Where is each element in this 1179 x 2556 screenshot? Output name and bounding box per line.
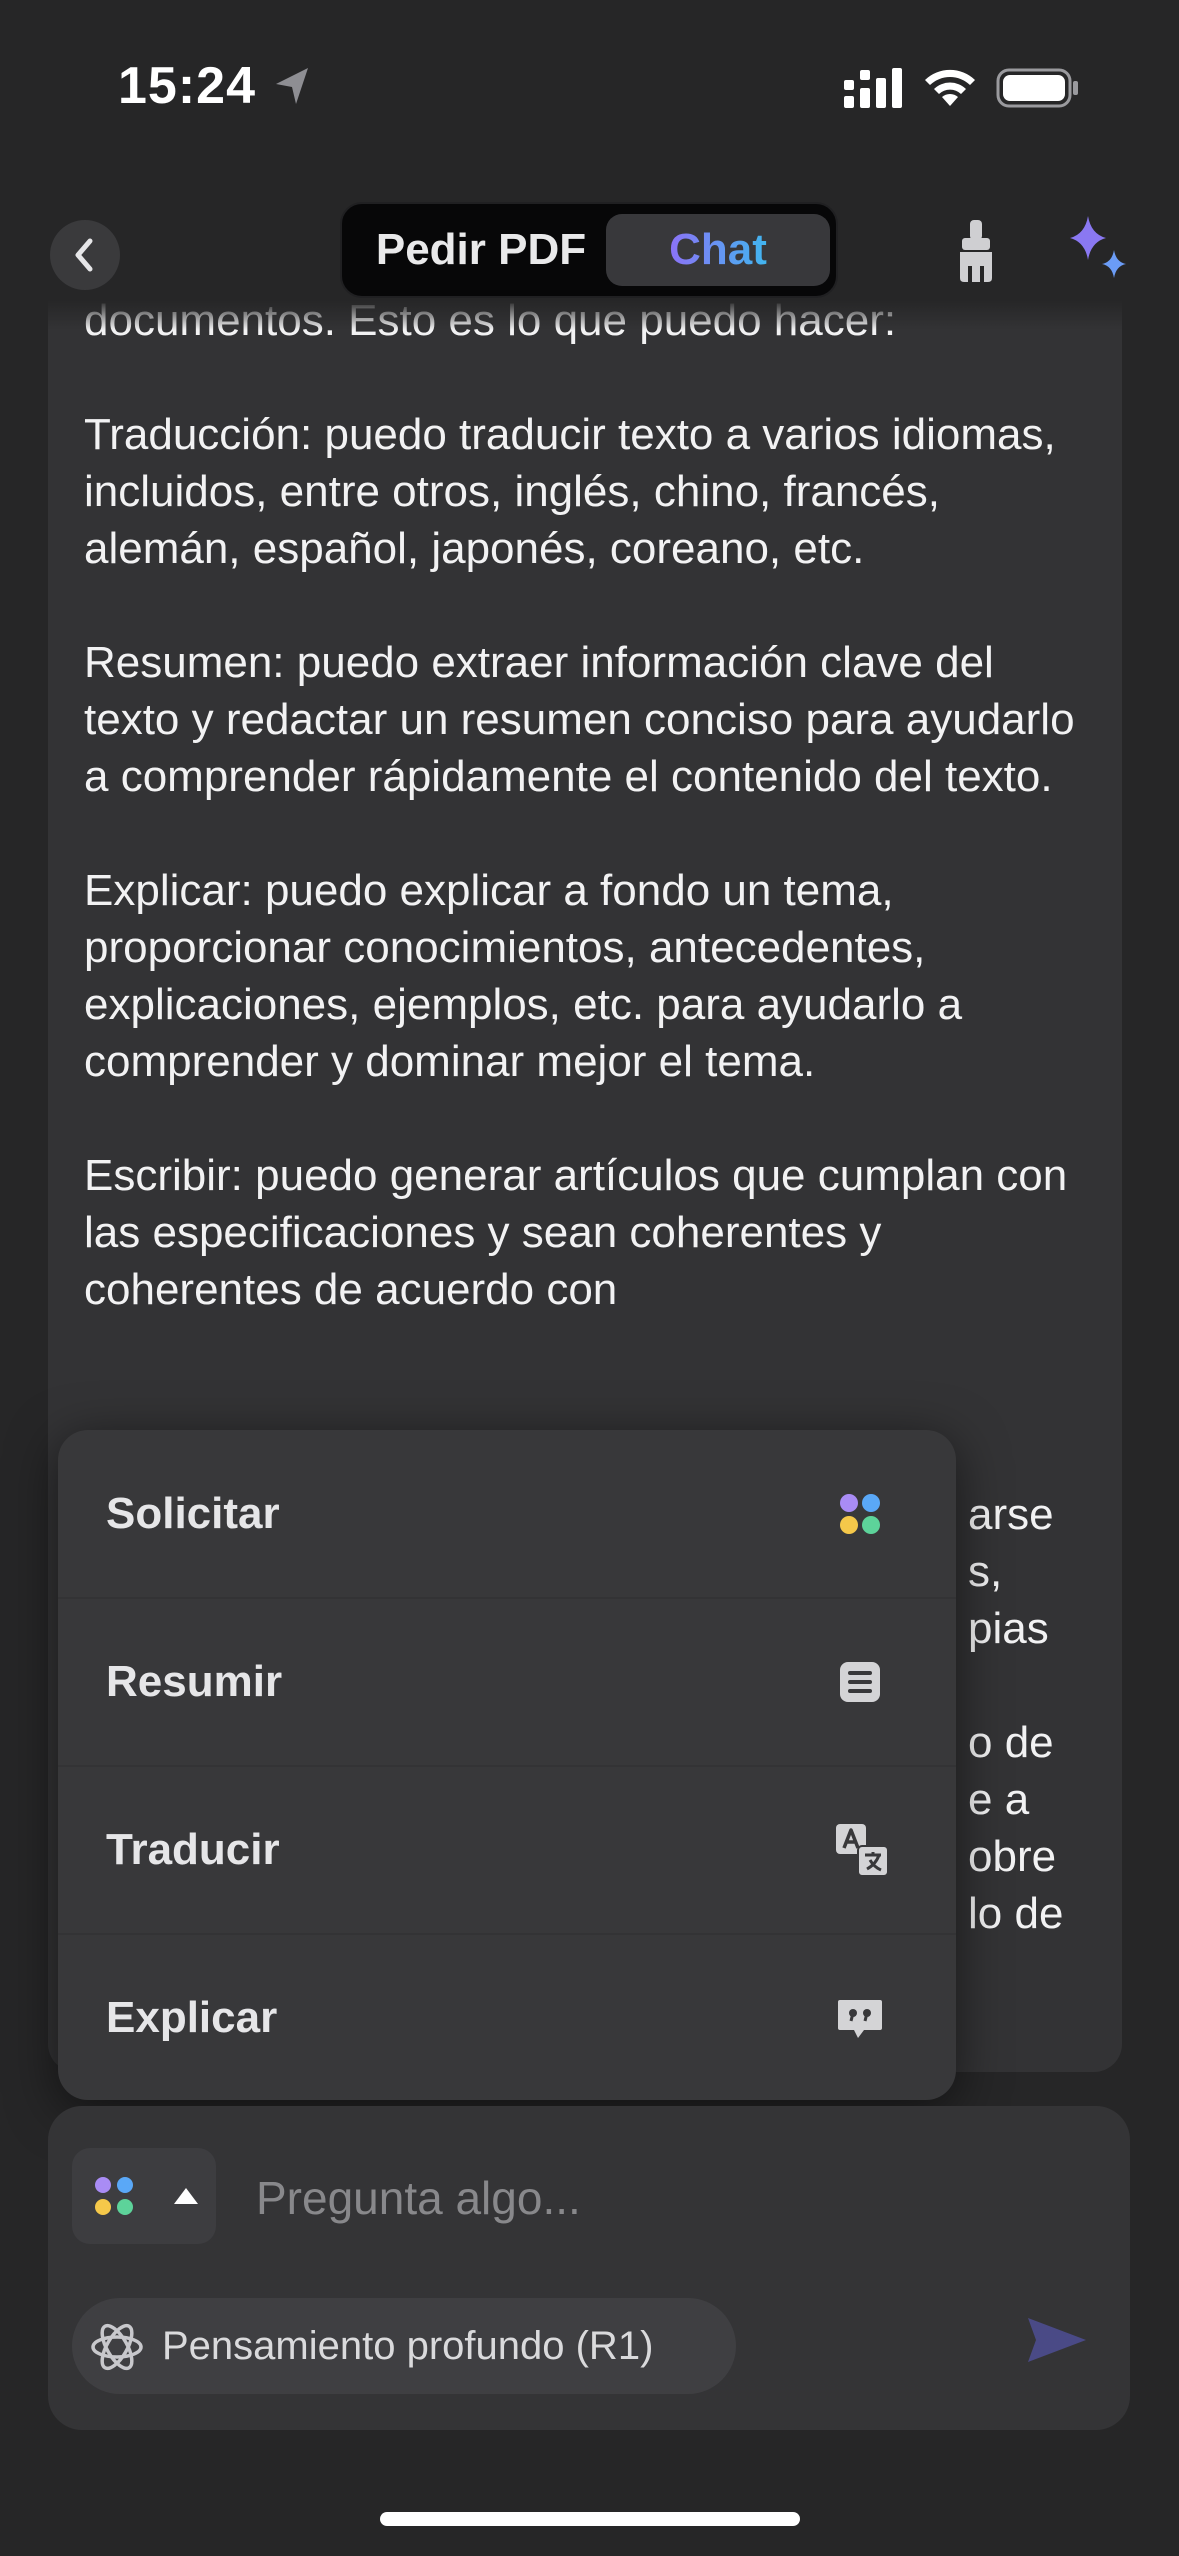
status-bar: 15:24 bbox=[0, 0, 1179, 175]
message-paragraph: Escribir: puedo generar artículos que cu… bbox=[84, 1151, 1068, 1314]
navigation-bar: Pedir PDF Chat bbox=[0, 190, 1179, 310]
send-icon[interactable] bbox=[1024, 2312, 1090, 2368]
status-time: 15:24 bbox=[118, 57, 256, 115]
prompt-action-menu: Solicitar Resumir Traducir Explicar bbox=[58, 1430, 956, 2100]
question-input[interactable] bbox=[254, 2162, 958, 2234]
list-document-icon bbox=[840, 1661, 880, 1702]
message-fragment: arse bbox=[968, 1490, 1054, 1539]
menu-item-resumir[interactable]: Resumir bbox=[58, 1598, 956, 1765]
quote-bubble-icon bbox=[838, 1999, 882, 2038]
menu-item-solicitar[interactable]: Solicitar bbox=[58, 1430, 956, 1597]
atom-icon bbox=[91, 2323, 143, 2371]
message-fragment: pias bbox=[968, 1604, 1049, 1653]
scroll-fade bbox=[0, 300, 1179, 330]
chevron-left-icon bbox=[75, 238, 93, 272]
prompt-menu-button[interactable] bbox=[72, 2148, 216, 2244]
caret-up-icon bbox=[174, 2188, 198, 2204]
home-indicator bbox=[380, 2512, 800, 2526]
message-paragraph: Traducción: puedo traducir texto a vario… bbox=[84, 410, 1056, 573]
back-button[interactable] bbox=[50, 220, 120, 290]
cellular-signal-icon bbox=[844, 68, 902, 108]
menu-item-label: Solicitar bbox=[106, 1488, 280, 1538]
tab-chat-label: Chat bbox=[669, 225, 767, 274]
wifi-icon bbox=[925, 69, 975, 106]
apps-dots-icon bbox=[95, 2177, 133, 2215]
message-composer: Pensamiento profundo (R1) bbox=[48, 2106, 1130, 2430]
message-fragment: e a bbox=[968, 1775, 1030, 1824]
apps-dots-icon bbox=[840, 1493, 880, 1534]
battery-icon bbox=[996, 68, 1078, 108]
menu-item-explicar[interactable]: Explicar bbox=[58, 1934, 956, 2101]
ai-sparkle-icon[interactable] bbox=[1062, 212, 1132, 282]
menu-item-label: Traducir bbox=[106, 1824, 280, 1874]
tab-chat[interactable]: Chat bbox=[606, 214, 830, 286]
message-paragraph: Resumen: puedo extraer información clave… bbox=[84, 638, 1075, 801]
message-fragment: lo de bbox=[968, 1889, 1064, 1938]
location-arrow-icon bbox=[276, 68, 308, 104]
menu-item-label: Resumir bbox=[106, 1656, 283, 1706]
message-fragment: s, bbox=[968, 1547, 1003, 1596]
menu-item-label: Explicar bbox=[106, 1992, 278, 2042]
translate-icon bbox=[836, 1823, 889, 1877]
clear-brush-icon[interactable] bbox=[948, 216, 1004, 286]
deep-thinking-label: Pensamiento profundo (R1) bbox=[162, 2323, 654, 2368]
message-paragraph: Explicar: puedo explicar a fondo un tema… bbox=[84, 866, 963, 1086]
message-fragment: obre bbox=[968, 1832, 1057, 1881]
message-fragment: o de bbox=[968, 1718, 1054, 1767]
assistant-message-text: documentos. Esto es lo que puedo hacer: … bbox=[84, 300, 1094, 1375]
tab-pedir-pdf[interactable]: Pedir PDF bbox=[360, 204, 602, 296]
menu-item-traducir[interactable]: Traducir bbox=[58, 1766, 956, 1933]
mode-segmented-control: Pedir PDF Chat bbox=[340, 202, 838, 298]
deep-thinking-toggle[interactable]: Pensamiento profundo (R1) bbox=[72, 2298, 736, 2394]
